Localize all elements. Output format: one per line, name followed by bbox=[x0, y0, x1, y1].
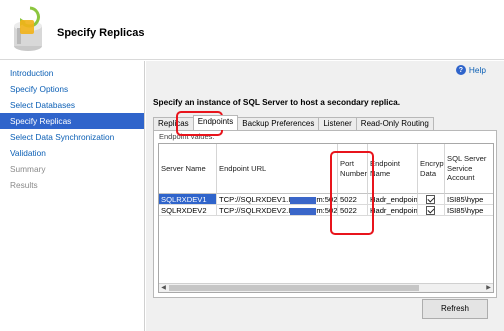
instruction-text: Specify an instance of SQL Server to hos… bbox=[153, 97, 400, 107]
row2-url-start: TCP://SQLRXDEV2.I bbox=[219, 206, 291, 215]
row1-service-account[interactable]: ISI85\hype bbox=[445, 194, 493, 205]
sidebar-item-summary: Summary bbox=[10, 164, 46, 174]
column-header-sql-server-service-account: SQL Server Service Account bbox=[445, 144, 493, 194]
row1-url-start: TCP://SQLRXDEV1.I bbox=[219, 195, 291, 204]
sidebar-item-validation[interactable]: Validation bbox=[0, 145, 144, 161]
wizard-content: ? Help Specify an instance of SQL Server… bbox=[146, 61, 504, 331]
tab-read-only-routing[interactable]: Read-Only Routing bbox=[355, 117, 434, 130]
sidebar-item-introduction[interactable]: Introduction bbox=[0, 65, 144, 81]
row1-encrypt-checkbox[interactable] bbox=[426, 195, 435, 204]
row1-endpoint-url[interactable]: TCP://SQLRXDEV1.Im:5022 bbox=[217, 194, 338, 205]
sidebar-item-specify-options[interactable]: Specify Options bbox=[0, 81, 144, 97]
tab-endpoints[interactable]: Endpoints bbox=[192, 115, 239, 130]
row1-server-name[interactable]: SQLRXDEV1 bbox=[159, 194, 217, 205]
wizard-sidebar: Introduction Specify Options Select Data… bbox=[0, 61, 145, 331]
horizontal-scrollbar[interactable]: ◀ ▶ bbox=[159, 283, 493, 292]
sidebar-item-select-databases[interactable]: Select Databases bbox=[0, 97, 144, 113]
scrollbar-thumb[interactable] bbox=[169, 285, 419, 291]
help-link[interactable]: ? Help bbox=[455, 65, 486, 75]
endpoints-tab-panel: Endpoint values: Server Name Endpoint UR… bbox=[153, 130, 497, 298]
row2-encrypt-checkbox[interactable] bbox=[426, 206, 435, 215]
wizard-header: Specify Replicas bbox=[0, 0, 504, 60]
row1-encrypt-data-cell bbox=[418, 194, 445, 205]
row2-service-account[interactable]: ISI85\hype bbox=[445, 205, 493, 216]
sidebar-item-select-data-synchronization[interactable]: Select Data Synchronization bbox=[0, 129, 144, 145]
sidebar-item-specify-replicas[interactable]: Specify Replicas bbox=[0, 113, 144, 129]
row2-endpoint-name[interactable]: Hadr_endpoint bbox=[368, 205, 418, 216]
tab-backup-preferences[interactable]: Backup Preferences bbox=[237, 117, 320, 130]
sidebar-item-results: Results bbox=[10, 180, 38, 190]
page-title: Specify Replicas bbox=[57, 27, 145, 39]
row2-endpoint-url[interactable]: TCP://SQLRXDEV2.Im:5022 bbox=[217, 205, 338, 216]
redaction-mark bbox=[290, 196, 317, 204]
scroll-right-icon[interactable]: ▶ bbox=[484, 284, 493, 292]
redaction-mark bbox=[290, 207, 317, 215]
column-header-encrypt-data: Encrypt Data bbox=[418, 144, 445, 194]
tab-listener[interactable]: Listener bbox=[318, 117, 357, 130]
row2-encrypt-data-cell bbox=[418, 205, 445, 216]
scroll-left-icon[interactable]: ◀ bbox=[159, 284, 168, 292]
annotation-highlight-port-number bbox=[330, 151, 374, 235]
help-label: Help bbox=[468, 65, 486, 75]
sql-server-logo-icon bbox=[14, 6, 42, 51]
row2-server-name[interactable]: SQLRXDEV2 bbox=[159, 205, 217, 216]
column-header-server-name: Server Name bbox=[159, 144, 217, 194]
column-header-endpoint-url: Endpoint URL bbox=[217, 144, 338, 194]
endpoints-grid: Server Name Endpoint URL Port Number End… bbox=[158, 143, 494, 293]
row1-endpoint-name[interactable]: Hadr_endpoint bbox=[368, 194, 418, 205]
refresh-button[interactable]: Refresh bbox=[422, 299, 488, 319]
help-circle-icon: ? bbox=[455, 65, 466, 75]
column-header-endpoint-name: Endpoint Name bbox=[368, 144, 418, 194]
tab-strip: Replicas Endpoints Backup Preferences Li… bbox=[153, 115, 434, 131]
